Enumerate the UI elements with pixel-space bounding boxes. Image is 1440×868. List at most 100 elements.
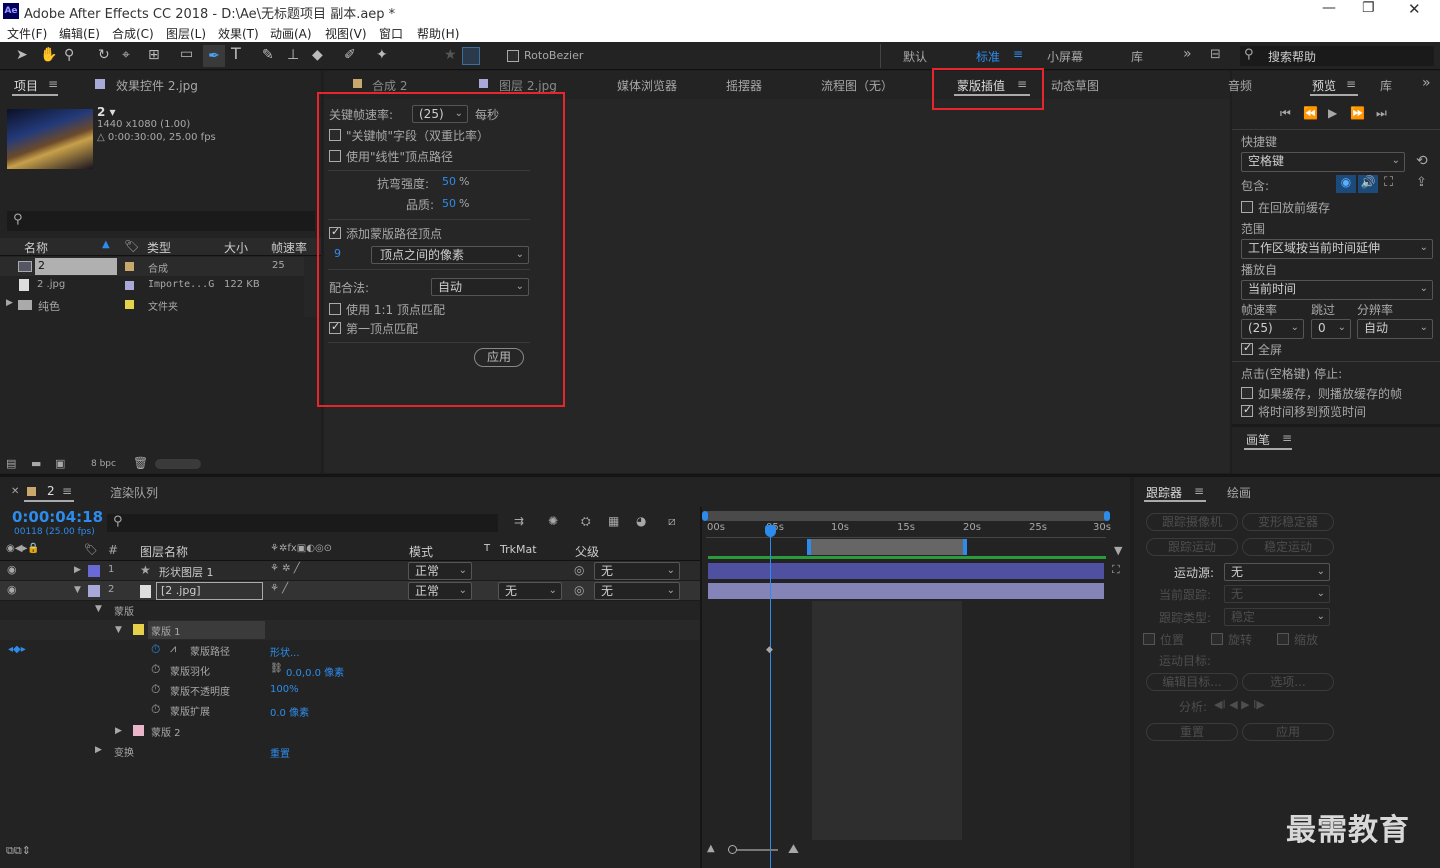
play-icon[interactable]: ▶ (1328, 106, 1337, 120)
quality-value[interactable]: 50 (442, 197, 456, 210)
panel-more-icon[interactable]: » (1422, 75, 1431, 91)
track-motion-button[interactable]: 跟踪运动 (1146, 538, 1238, 556)
last-frame-icon[interactable]: ⏭ (1376, 106, 1387, 121)
layer-name[interactable]: [2 .jpg] (161, 584, 201, 597)
analyze-controls-icon[interactable]: ◀Ⅰ ◀ ▶ Ⅰ▶ (1214, 698, 1265, 711)
tab-timeline-comp[interactable]: 2 (47, 484, 55, 498)
layer-row[interactable]: ◉ ▼ 2 [2 .jpg] ⚘ ╱ 正常 ⌄ 无 ⌄ ◎ 无 ⌄ (0, 581, 700, 601)
help-search-input[interactable]: 搜索帮助 (1268, 48, 1316, 65)
close-icon[interactable]: ✕ (1408, 0, 1421, 18)
add-vertices-checkbox[interactable] (329, 225, 341, 239)
col-trkmat[interactable]: TrkMat (500, 543, 537, 556)
trkmat-dropdown[interactable]: 无 ⌄ (498, 582, 562, 600)
col-layer-name[interactable]: 图层名称 (140, 543, 188, 560)
menu-edit[interactable]: 编辑(E) (59, 25, 100, 42)
project-row[interactable]: 2 合成 25 (0, 257, 304, 276)
zoom-in-icon[interactable]: ⛰ (788, 842, 799, 857)
tab-brush[interactable]: 画笔 (1246, 431, 1270, 448)
layer-switches[interactable]: ⚘ ✲ ╱ (270, 563, 300, 574)
prev-frame-icon[interactable]: ⏪ (1303, 106, 1318, 120)
layer-name[interactable]: 形状图层 1 (159, 564, 214, 580)
minimize-icon[interactable]: — (1322, 0, 1336, 16)
workspace-library[interactable]: 库 (1131, 48, 1143, 65)
toggle-layer-switches-icon[interactable]: ⧉⧉⇕ (6, 844, 31, 858)
project-scroll[interactable] (155, 459, 201, 469)
comp-marker-icon[interactable]: ▼ (1114, 544, 1122, 557)
reset-preview-icon[interactable]: ⟲ (1416, 153, 1428, 169)
vertex-count-value[interactable]: 9 (334, 247, 341, 260)
brush-menu-icon[interactable]: ≡ (1282, 431, 1292, 445)
eraser-tool-icon[interactable]: ◆ (312, 48, 323, 62)
fps-dropdown[interactable]: (25) ⌄ (1241, 319, 1304, 339)
apply-button[interactable]: 应用 (474, 348, 524, 367)
stopwatch-icon[interactable]: ⏱ (151, 702, 160, 717)
timeline-menu-icon[interactable]: ≡ (62, 484, 72, 498)
menu-effect[interactable]: 效果(T) (218, 25, 259, 42)
masks-arrow-icon[interactable]: ▼ (95, 604, 102, 614)
workspace-default[interactable]: 默认 (903, 48, 927, 65)
reset-button[interactable]: 重置 (1146, 723, 1238, 741)
keyframe-fields-checkbox[interactable] (329, 129, 341, 141)
video-include-icon[interactable]: ◉ (1336, 175, 1356, 193)
expand-arrow-icon[interactable]: ▶ (6, 298, 13, 308)
move-time-checkbox[interactable] (1241, 403, 1253, 417)
current-timecode[interactable]: 0:00:04:18 (12, 508, 103, 526)
menu-animation[interactable]: 动画(A) (270, 25, 312, 42)
vertex-mode-dropdown[interactable]: 顶点之间的像素 ⌄ (371, 246, 529, 264)
keyframe-nav-icon[interactable]: ◂◆▸ (8, 644, 26, 655)
stopwatch-icon[interactable]: ⏱ (151, 662, 160, 677)
zoom-out-icon[interactable]: ▲ (707, 843, 715, 854)
comp-name[interactable]: 2 ▾ (97, 105, 116, 119)
menu-file[interactable]: 文件(F) (7, 25, 47, 42)
workspace-menu-icon[interactable]: ≡ (1013, 47, 1023, 61)
comp-flowchart-icon[interactable]: ⇉ (514, 514, 524, 528)
pen-tool-icon[interactable]: ✒ (203, 45, 225, 67)
audio-include-icon[interactable]: 🔊 (1358, 175, 1378, 193)
rotate-tool-icon[interactable]: ↻ (98, 48, 110, 62)
current-track-dropdown[interactable]: 无 ⌄ (1224, 585, 1330, 603)
link-icon[interactable]: ⛓ (270, 663, 283, 674)
rect-tool-icon[interactable]: ▭ (180, 47, 193, 61)
new-folder-icon[interactable]: ▬ (31, 457, 41, 470)
mask2-arrow-icon[interactable]: ▶ (115, 726, 122, 736)
more-workspaces-icon[interactable]: » (1183, 46, 1192, 62)
tab-motion-sketch[interactable]: 动态草图 (1051, 77, 1099, 94)
linear-path-checkbox[interactable] (329, 150, 341, 162)
layer-bar-shape[interactable] (708, 563, 1104, 579)
pan-behind-tool-icon[interactable]: ⊞ (148, 48, 160, 62)
project-search[interactable]: ⚲ (7, 211, 315, 231)
snap-timeline-icon[interactable]: ⛶ (1112, 563, 1120, 577)
tab-media-browser[interactable]: 媒体浏览器 (617, 77, 677, 94)
tab-paint[interactable]: 绘画 (1227, 484, 1251, 501)
resolution-dropdown[interactable]: 自动 ⌄ (1357, 319, 1433, 339)
visibility-eye-icon[interactable]: ◉ (7, 563, 17, 576)
shortcut-dropdown[interactable]: 空格键 ⌄ (1241, 152, 1405, 172)
match-method-dropdown[interactable]: 自动 ⌄ (431, 278, 529, 296)
layer-bar-image[interactable] (708, 583, 1104, 599)
mask-opacity-value[interactable]: 100% (270, 684, 299, 695)
keyframe-diamond-icon[interactable]: ◆ (766, 645, 773, 655)
playhead[interactable] (770, 527, 771, 868)
work-area-bar[interactable] (702, 511, 1110, 521)
stopwatch-icon[interactable]: ⏱ (151, 682, 160, 697)
graph-editor-icon[interactable]: ⧄ (668, 514, 676, 529)
help-search-box[interactable]: ⚲ 搜索帮助 (1240, 46, 1434, 66)
text-tool-icon[interactable]: T (231, 46, 241, 62)
tab-project[interactable]: 项目 (14, 77, 38, 94)
col-name[interactable]: 名称 (24, 239, 48, 256)
prop-mask2[interactable]: 蒙版 2 (151, 724, 181, 739)
tab-audio[interactable]: 音频 (1228, 77, 1252, 94)
skip-dropdown[interactable]: 0 ⌄ (1311, 319, 1351, 339)
expand-arrow-icon[interactable]: ▼ (74, 585, 81, 595)
layer-switches[interactable]: ⚘ ╱ (270, 583, 288, 594)
warp-stabilizer-button[interactable]: 变形稳定器 (1242, 513, 1334, 531)
transform-reset[interactable]: 重置 (270, 745, 290, 760)
playhead-handle[interactable] (765, 525, 776, 537)
interpret-icon[interactable]: ▤ (6, 457, 16, 470)
clone-tool-icon[interactable]: ⊥ (287, 48, 299, 62)
mask-feather-value[interactable]: 0.0,0.0 像素 (286, 664, 344, 679)
roto-brush-icon[interactable]: ✐ (344, 48, 356, 62)
rotobezier-checkbox[interactable] (507, 50, 519, 62)
hand-tool-icon[interactable]: ✋ (40, 48, 57, 62)
track-camera-button[interactable]: 跟踪摄像机 (1146, 513, 1238, 531)
